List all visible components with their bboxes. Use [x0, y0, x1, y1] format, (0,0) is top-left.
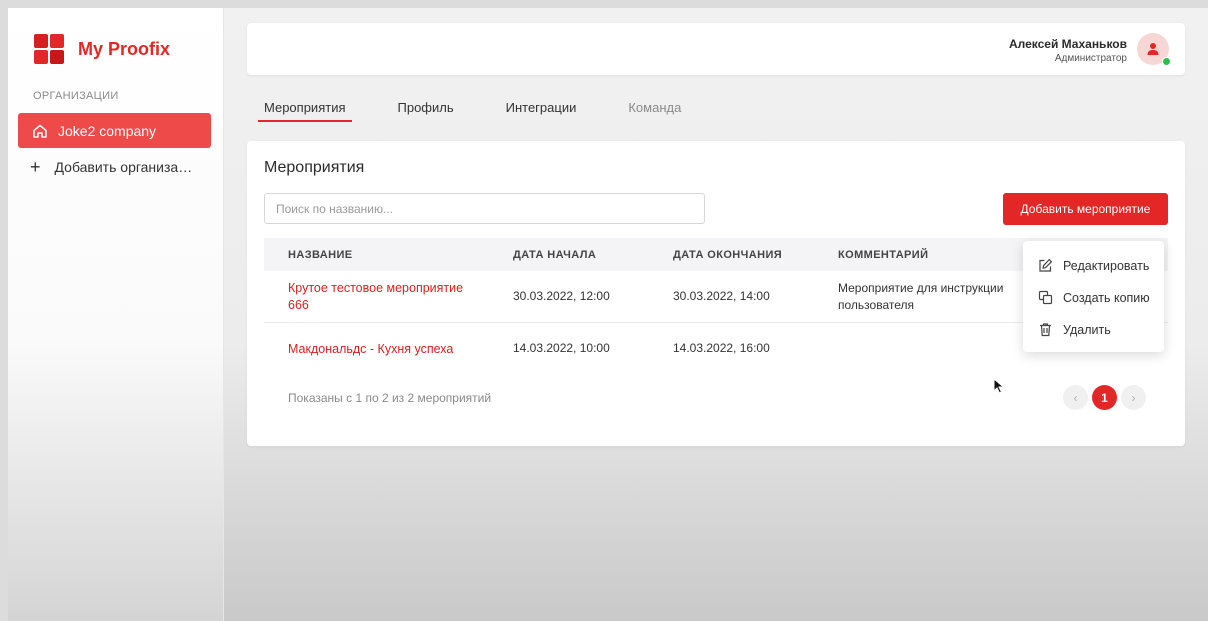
event-end: 30.03.2022, 14:00: [673, 289, 770, 303]
row-context-menu: Редактировать Создать копию Удалить: [1023, 241, 1164, 352]
sidebar-item-organization[interactable]: Joke2 company: [18, 113, 211, 148]
copy-icon: [1038, 290, 1053, 305]
search-input[interactable]: [264, 193, 705, 224]
mouse-cursor-icon: [993, 378, 1005, 394]
page-1-button[interactable]: 1: [1092, 385, 1117, 410]
user-role: Администратор: [1054, 53, 1127, 64]
trash-icon: [1038, 322, 1053, 337]
page-title: Мероприятия: [264, 159, 365, 176]
user-name: Алексей Маханьков: [1008, 37, 1127, 51]
tab-profile[interactable]: Профиль: [398, 100, 454, 115]
pagination-summary: Показаны с 1 по 2 из 2 мероприятий: [288, 391, 492, 405]
organization-label: Joke2 company: [58, 122, 157, 139]
add-organization-label: Добавить организа…: [54, 159, 193, 175]
delete-menu-item[interactable]: Удалить: [1038, 322, 1111, 337]
column-header-start[interactable]: ДАТА НАЧАЛА: [513, 249, 596, 261]
column-header-end[interactable]: ДАТА ОКОНЧАНИЯ: [673, 249, 782, 261]
add-organization-button[interactable]: + Добавить организа…: [30, 157, 193, 177]
tab-team[interactable]: Команда: [628, 100, 681, 115]
user-info[interactable]: Алексей Маханьков Администратор: [1009, 37, 1127, 64]
pagination: ‹ 1 ›: [1059, 385, 1146, 410]
duplicate-label: Создать копию: [1063, 290, 1150, 305]
tabs: Мероприятия Профиль Интеграции Команда: [258, 100, 733, 122]
event-start: 14.03.2022, 10:00: [513, 341, 610, 355]
home-icon: [32, 123, 48, 139]
avatar[interactable]: [1137, 33, 1171, 66]
delete-label: Удалить: [1063, 322, 1111, 337]
column-header-name[interactable]: НАЗВАНИЕ: [288, 249, 353, 261]
column-header-comment[interactable]: КОММЕНТАРИЙ: [838, 249, 928, 261]
next-page-button[interactable]: ›: [1121, 385, 1146, 410]
prev-page-button[interactable]: ‹: [1063, 385, 1088, 410]
organizations-heading: ОРГАНИЗАЦИИ: [33, 90, 119, 102]
duplicate-menu-item[interactable]: Создать копию: [1038, 290, 1150, 305]
edit-icon: [1038, 258, 1053, 273]
online-status-dot: [1162, 57, 1171, 66]
user-icon: [1147, 43, 1159, 55]
event-start: 30.03.2022, 12:00: [513, 289, 610, 303]
logo-icon: [34, 34, 64, 64]
event-name-link[interactable]: Макдональдс - Кухня успеха: [288, 341, 478, 358]
tab-integrations[interactable]: Интеграции: [506, 100, 577, 115]
app-name: My Proofix: [78, 38, 171, 59]
event-name-link[interactable]: Крутое тестовое мероприятие 666: [288, 280, 478, 314]
app-logo[interactable]: My Proofix: [34, 34, 170, 64]
edit-menu-item[interactable]: Редактировать: [1038, 258, 1149, 273]
event-comment: Мероприятие для инструкции пользователя: [838, 281, 1004, 312]
tab-events[interactable]: Мероприятия: [258, 100, 351, 122]
edit-label: Редактировать: [1063, 258, 1150, 273]
plus-icon: +: [30, 157, 41, 177]
event-end: 14.03.2022, 16:00: [673, 341, 770, 355]
top-header: Алексей Маханьков Администратор: [247, 23, 1185, 75]
add-event-button[interactable]: Добавить мероприятие: [1003, 193, 1168, 225]
